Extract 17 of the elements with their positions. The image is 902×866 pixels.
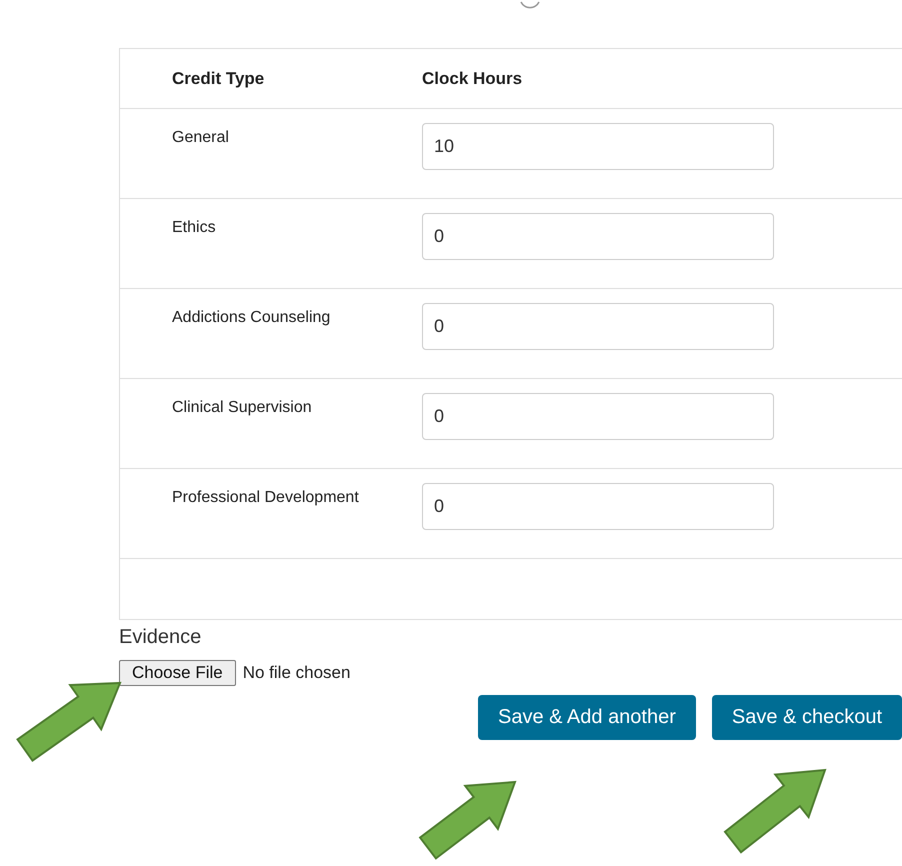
column-header: Clock Hours xyxy=(422,68,522,88)
hours-field[interactable]: 0 xyxy=(422,483,774,530)
hours-field[interactable]: 0 xyxy=(422,213,774,260)
save-button[interactable]: Save & checkout xyxy=(712,695,902,740)
hours-field[interactable]: 0 xyxy=(422,303,774,350)
credit-type-label: General xyxy=(172,129,229,146)
evidence-label: Evidence xyxy=(119,626,202,648)
credit-type-label: Professional Development xyxy=(172,489,359,506)
credit-type-label: Addictions Counseling xyxy=(172,309,330,326)
hours-field[interactable]: 0 xyxy=(422,393,774,440)
credit-type-label: Clinical Supervision xyxy=(172,399,312,416)
choose-file-button[interactable]: Choose File xyxy=(119,660,236,686)
credit-type-label: Ethics xyxy=(172,219,216,236)
save-button[interactable]: Save & Add another xyxy=(478,695,696,740)
column-header: Credit Type xyxy=(172,68,264,88)
file-status: No file chosen xyxy=(242,663,350,683)
hours-field[interactable]: 10 xyxy=(422,123,774,170)
